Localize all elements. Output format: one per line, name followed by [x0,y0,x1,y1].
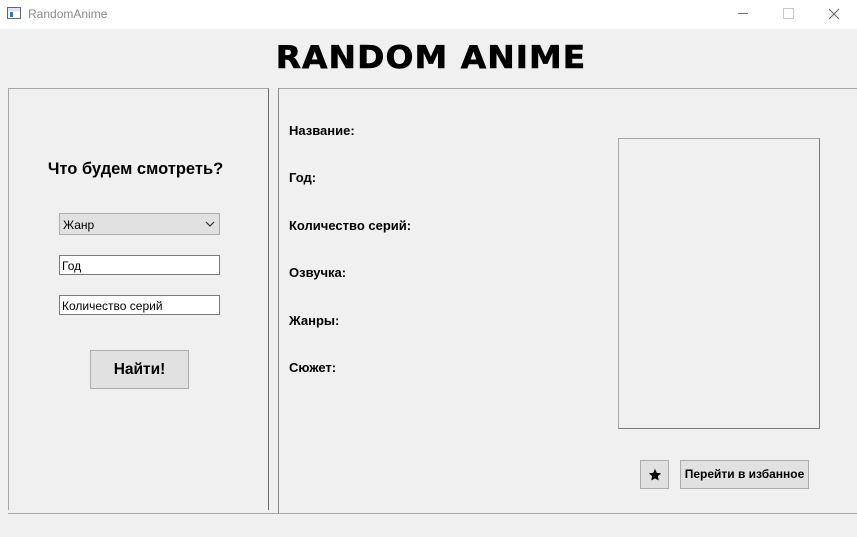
divider [8,513,278,514]
search-question: Что будем смотреть? [47,160,224,178]
maximize-button[interactable] [765,0,811,29]
episodes-field-value: Количество серий [62,299,163,313]
minimize-button[interactable] [720,0,766,29]
window-title: RandomAnime [28,7,108,21]
star-icon [648,468,662,481]
genre-select-value: Жанр [63,218,95,232]
chevron-down-icon [205,221,215,227]
year-field-value: Год [62,259,82,273]
app-icon [7,7,21,19]
poster-image [618,138,820,429]
episodes-field[interactable]: Количество серий [59,295,220,315]
add-favorite-button[interactable] [640,460,669,489]
find-button[interactable]: Найти! [90,350,189,389]
close-icon [828,8,840,20]
year-field[interactable]: Год [59,255,220,275]
goto-favorites-button[interactable]: Перейти в избанное [680,460,809,489]
genres-label: Жанры: [289,313,340,328]
close-button[interactable] [811,0,857,29]
episodes-label: Количество серий: [289,218,412,233]
voiceover-label: Озвучка: [289,265,347,280]
plot-label: Сюжет: [289,360,337,375]
app-title: RANDOM ANIME [275,40,587,77]
name-label: Название: [289,123,355,138]
year-label: Год: [289,170,317,185]
genre-select[interactable]: Жанр [59,213,220,235]
title-bar: RandomAnime [0,0,857,29]
